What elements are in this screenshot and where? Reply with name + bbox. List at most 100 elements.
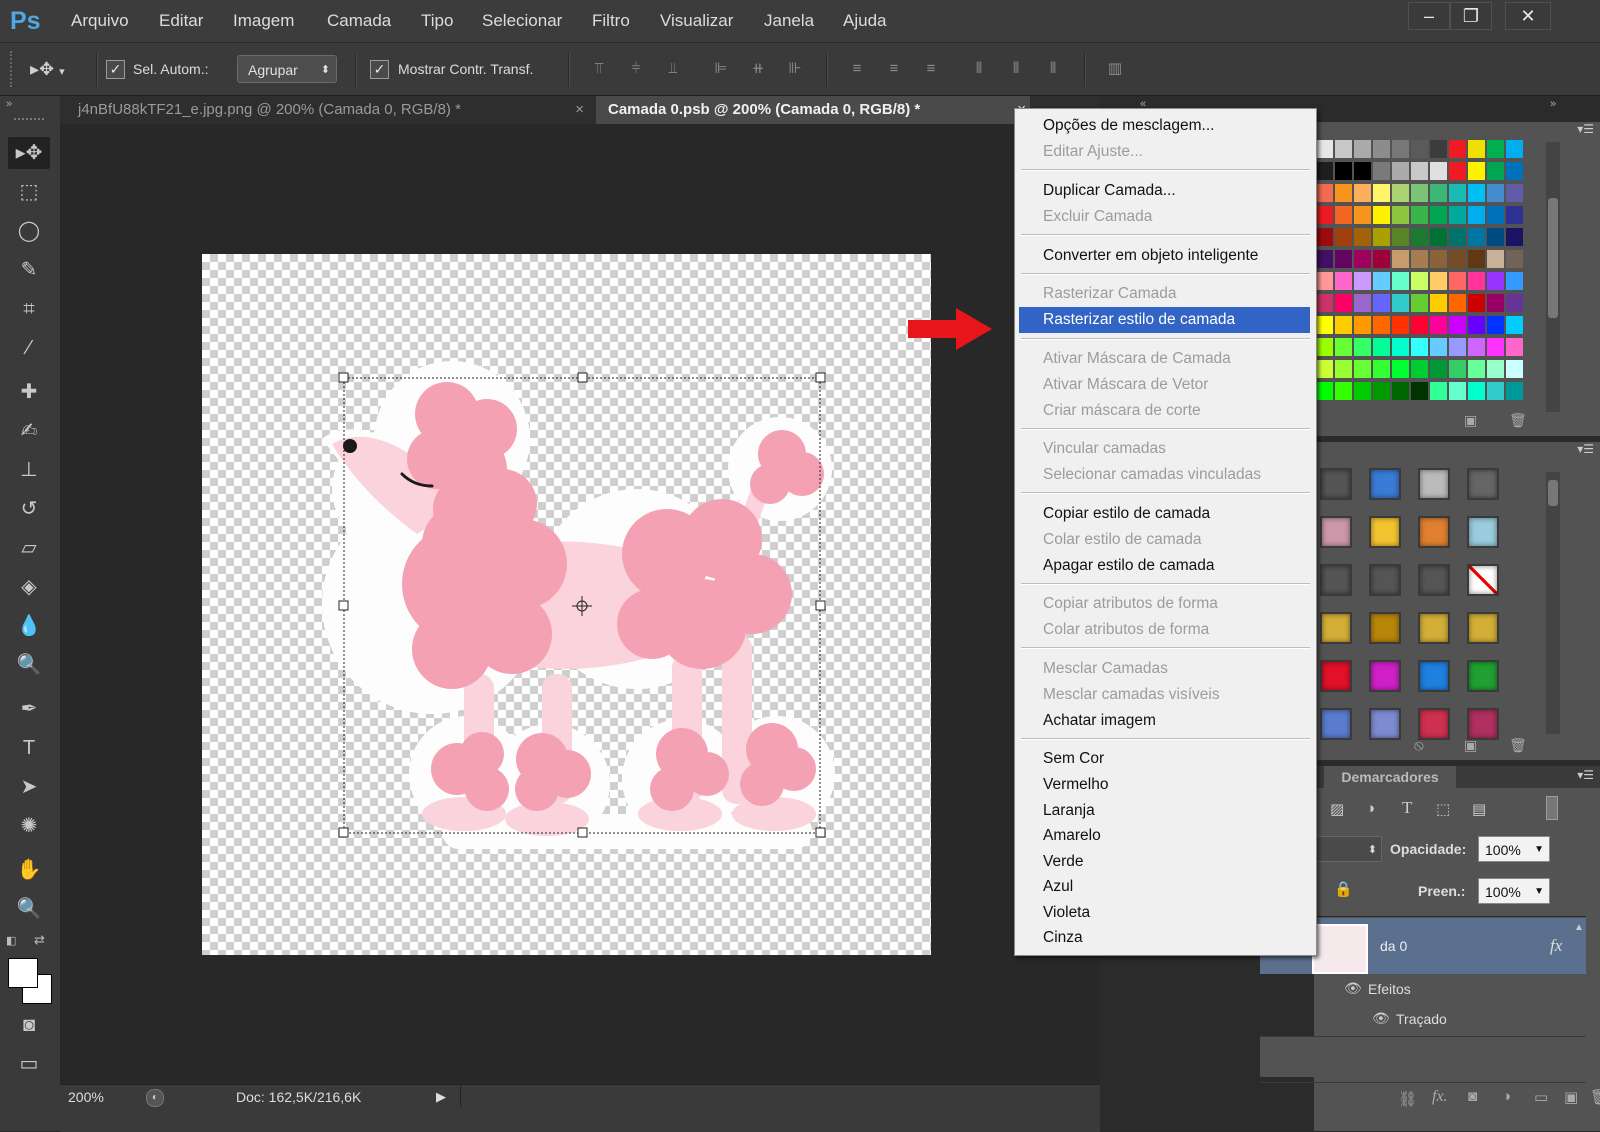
style-swatch[interactable] bbox=[1418, 516, 1450, 548]
style-swatch[interactable] bbox=[1418, 612, 1450, 644]
color-swatch[interactable] bbox=[1354, 316, 1371, 334]
color-swatch[interactable] bbox=[1373, 382, 1390, 400]
color-swatch[interactable] bbox=[1468, 228, 1485, 246]
close-window-button[interactable]: ✕ bbox=[1505, 2, 1551, 30]
auto-align-layers-icon[interactable]: ▥ bbox=[1104, 59, 1126, 79]
screen-mode-icon[interactable]: ▭ bbox=[8, 1048, 50, 1080]
color-swatch[interactable] bbox=[1335, 294, 1352, 312]
distribute-top-icon[interactable]: ≡ bbox=[846, 59, 868, 79]
menu-item-color-gray[interactable]: Cinza bbox=[1019, 925, 1310, 951]
color-swatch[interactable] bbox=[1354, 184, 1371, 202]
color-swatch[interactable] bbox=[1449, 206, 1466, 224]
add-style-icon[interactable]: fx. bbox=[1432, 1088, 1448, 1106]
style-swatch[interactable] bbox=[1467, 516, 1499, 548]
align-left-icon[interactable]: ⊫ bbox=[710, 59, 732, 79]
style-swatch[interactable] bbox=[1467, 612, 1499, 644]
color-swatch[interactable] bbox=[1449, 228, 1466, 246]
swatch-grid[interactable] bbox=[1314, 140, 1530, 408]
filter-pixel-icon[interactable]: ▨ bbox=[1330, 800, 1344, 818]
zoom-level[interactable]: 200% bbox=[68, 1085, 104, 1109]
color-swatch[interactable] bbox=[1468, 338, 1485, 356]
color-swatch[interactable] bbox=[1354, 250, 1371, 268]
color-swatch[interactable] bbox=[1316, 140, 1333, 158]
menu-editar[interactable]: Editar bbox=[159, 0, 203, 42]
style-swatch[interactable] bbox=[1467, 708, 1499, 740]
color-swatch[interactable] bbox=[1354, 272, 1371, 290]
color-swatch[interactable] bbox=[1392, 360, 1409, 378]
add-mask-icon[interactable]: ◙ bbox=[1468, 1088, 1477, 1105]
color-swatch[interactable] bbox=[1487, 184, 1504, 202]
color-swatch[interactable] bbox=[1392, 382, 1409, 400]
chevron-down-icon[interactable]: ▼ bbox=[1534, 837, 1544, 863]
menu-item-link-layers[interactable]: Vincular camadas bbox=[1019, 436, 1310, 462]
color-swatch[interactable] bbox=[1411, 316, 1428, 334]
color-swatch[interactable] bbox=[1411, 382, 1428, 400]
dodge-tool-icon[interactable]: 🔍 bbox=[8, 649, 50, 681]
color-swatch[interactable] bbox=[1468, 316, 1485, 334]
adjustment-layer-icon[interactable]: ◑ bbox=[1502, 1088, 1511, 1105]
menu-item-enable-vector-mask[interactable]: Ativar Máscara de Vetor bbox=[1019, 372, 1310, 398]
color-swatch[interactable] bbox=[1335, 272, 1352, 290]
eraser-tool-icon[interactable]: ▱ bbox=[8, 532, 50, 564]
healing-brush-tool-icon[interactable]: ✚ bbox=[8, 376, 50, 408]
color-swatch[interactable] bbox=[1316, 360, 1333, 378]
stroke-effect-row[interactable]: 👁 Traçado bbox=[1260, 1004, 1586, 1034]
color-swatch[interactable] bbox=[1430, 316, 1447, 334]
color-swatch[interactable] bbox=[1335, 162, 1352, 180]
color-swatch[interactable] bbox=[1373, 360, 1390, 378]
color-swatch[interactable] bbox=[1430, 294, 1447, 312]
menu-ajuda[interactable]: Ajuda bbox=[843, 0, 886, 42]
color-swatch[interactable] bbox=[1506, 360, 1523, 378]
eye-icon[interactable]: 👁 bbox=[1344, 980, 1362, 997]
align-horizontal-center-icon[interactable]: ⧺ bbox=[747, 59, 769, 79]
color-swatch[interactable] bbox=[1449, 316, 1466, 334]
color-swatch[interactable] bbox=[1487, 228, 1504, 246]
style-swatch[interactable] bbox=[1418, 708, 1450, 740]
color-swatch[interactable] bbox=[1335, 140, 1352, 158]
color-swatch[interactable] bbox=[1373, 228, 1390, 246]
history-brush-tool-icon[interactable]: ↺ bbox=[8, 493, 50, 525]
document-tab-active[interactable]: Camada 0.psb @ 200% (Camada 0, RGB/8) * … bbox=[596, 96, 1030, 124]
style-swatch[interactable] bbox=[1467, 564, 1499, 596]
menu-arquivo[interactable]: Arquivo bbox=[71, 0, 129, 42]
menu-item-rasterize-layer[interactable]: Rasterizar Camada bbox=[1019, 281, 1310, 307]
menu-item-color-red[interactable]: Vermelho bbox=[1019, 772, 1310, 798]
color-swatch[interactable] bbox=[1373, 206, 1390, 224]
menu-item-blending-options[interactable]: Opções de mesclagem... bbox=[1019, 113, 1310, 139]
pen-tool-icon[interactable]: ✒ bbox=[8, 693, 50, 725]
fill-input[interactable]: 100% ▼ bbox=[1478, 878, 1550, 904]
menu-selecionar[interactable]: Selecionar bbox=[482, 0, 562, 42]
menu-item-paste-shape-attributes[interactable]: Colar atributos de forma bbox=[1019, 617, 1310, 643]
color-swatch[interactable] bbox=[1354, 228, 1371, 246]
color-swatch[interactable] bbox=[1354, 382, 1371, 400]
distribute-right-icon[interactable]: ⦀ bbox=[1042, 59, 1064, 79]
color-swatch[interactable] bbox=[1430, 338, 1447, 356]
color-swatch[interactable] bbox=[1392, 338, 1409, 356]
menu-filtro[interactable]: Filtro bbox=[592, 0, 630, 42]
panel-menu-icon[interactable]: ▾☰ bbox=[1577, 442, 1594, 456]
color-swatch[interactable] bbox=[1449, 162, 1466, 180]
color-swatch[interactable] bbox=[1335, 184, 1352, 202]
menu-item-delete-layer[interactable]: Excluir Camada bbox=[1019, 204, 1310, 230]
color-swatch[interactable] bbox=[1411, 272, 1428, 290]
color-swatch[interactable] bbox=[1449, 338, 1466, 356]
style-swatch[interactable] bbox=[1320, 468, 1352, 500]
menu-item-enable-layer-mask[interactable]: Ativar Máscara de Camada bbox=[1019, 346, 1310, 372]
color-swatch[interactable] bbox=[1430, 272, 1447, 290]
layer-fx-icon[interactable]: fx bbox=[1550, 918, 1562, 974]
color-swatch[interactable] bbox=[1430, 382, 1447, 400]
opacity-input[interactable]: 100% ▼ bbox=[1478, 836, 1550, 862]
color-swatch[interactable] bbox=[1506, 250, 1523, 268]
color-swatch[interactable] bbox=[1316, 272, 1333, 290]
trash-icon[interactable]: 🗑 bbox=[1509, 737, 1527, 754]
color-swatch[interactable] bbox=[1468, 162, 1485, 180]
style-swatch[interactable] bbox=[1320, 564, 1352, 596]
distribute-vertical-center-icon[interactable]: ≡ bbox=[883, 59, 905, 79]
menu-item-duplicate-layer[interactable]: Duplicar Camada... bbox=[1019, 178, 1310, 204]
color-swatch[interactable] bbox=[1468, 184, 1485, 202]
color-swatch[interactable] bbox=[1468, 140, 1485, 158]
filter-adjustment-icon[interactable]: ◑ bbox=[1366, 800, 1375, 817]
color-swatch[interactable] bbox=[1487, 360, 1504, 378]
expand-arrow-icon[interactable]: ▲ bbox=[1574, 922, 1584, 933]
color-swatch[interactable] bbox=[1392, 316, 1409, 334]
